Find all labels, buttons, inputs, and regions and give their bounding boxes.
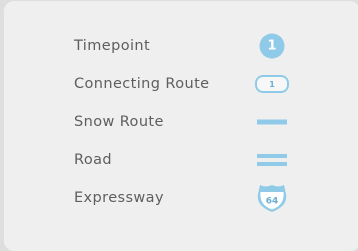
legend-item-timepoint: Timepoint 1 (4, 31, 358, 61)
road-line-top (257, 154, 287, 158)
road-lines (257, 154, 287, 166)
road-double-line-icon (257, 154, 287, 166)
shield-graphic: 64 (257, 185, 287, 212)
road-line-bottom (257, 162, 287, 166)
legend-item-expressway: Expressway 64 (4, 183, 358, 213)
timepoint-number: 1 (259, 33, 285, 59)
legend-label-connecting-route: Connecting Route (74, 76, 210, 92)
legend-item-snow-route: Snow Route (4, 107, 358, 137)
legend-item-connecting-route: Connecting Route 1 (4, 69, 358, 99)
legend-panel: Timepoint 1 Connecting Route 1 Snow Rout… (4, 1, 358, 251)
snow-route-line-icon (257, 119, 287, 125)
connecting-route-number: 1 (255, 75, 289, 93)
legend-label-timepoint: Timepoint (74, 38, 151, 54)
connecting-route-pill-icon: 1 (255, 75, 289, 93)
legend-label-road: Road (74, 152, 112, 168)
snow-route-line (257, 119, 287, 125)
timepoint-circle-icon: 1 (259, 33, 285, 59)
expressway-number: 64 (266, 197, 279, 207)
legend-item-road: Road (4, 145, 358, 175)
expressway-shield-icon: 64 (255, 182, 289, 214)
legend-label-expressway: Expressway (74, 190, 164, 206)
legend-label-snow-route: Snow Route (74, 114, 164, 130)
